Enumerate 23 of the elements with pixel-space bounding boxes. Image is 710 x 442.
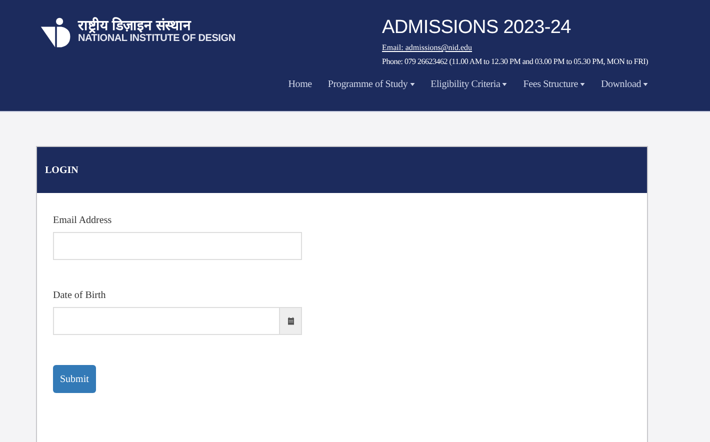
field-label: Date of Birth bbox=[53, 290, 107, 301]
nav-link[interactable]: Home bbox=[288, 79, 312, 90]
logo-icon bbox=[40, 17, 72, 49]
submit-button[interactable]: Submit bbox=[53, 365, 96, 393]
nav-link[interactable]: Fees Structure bbox=[523, 79, 585, 90]
phone-text: Phone: 079 26623462 (11.00 AM to 12.30 PM and 03.00 PM to 05.30 PM, MON to FRI) bbox=[382, 57, 648, 66]
nav-link[interactable]: Programme of Study bbox=[328, 79, 415, 90]
caret-icon bbox=[502, 83, 508, 86]
caret-icon bbox=[410, 83, 415, 86]
nav-link[interactable]: Download bbox=[600, 79, 648, 90]
calendar-button[interactable] bbox=[279, 308, 301, 334]
calendar-icon bbox=[288, 317, 294, 325]
email-link[interactable]: Email: admissions@nid.edu bbox=[382, 43, 472, 52]
login-title: LOGIN bbox=[45, 164, 78, 176]
date-field[interactable] bbox=[53, 307, 302, 335]
institute-name-hindi: राष्ट्रीय डिज़ाइन संस्थान bbox=[78, 17, 192, 33]
admissions-title: ADMISSIONS 2023-24 bbox=[382, 17, 571, 39]
caret-icon bbox=[580, 83, 585, 86]
institute-name: NATIONAL INSTITUTE OF DESIGN bbox=[78, 33, 236, 44]
field-label: Email Address bbox=[53, 215, 113, 226]
email-field[interactable] bbox=[53, 232, 302, 260]
nav-link[interactable]: Eligibility Criteria bbox=[430, 79, 508, 90]
caret-icon bbox=[643, 83, 648, 86]
